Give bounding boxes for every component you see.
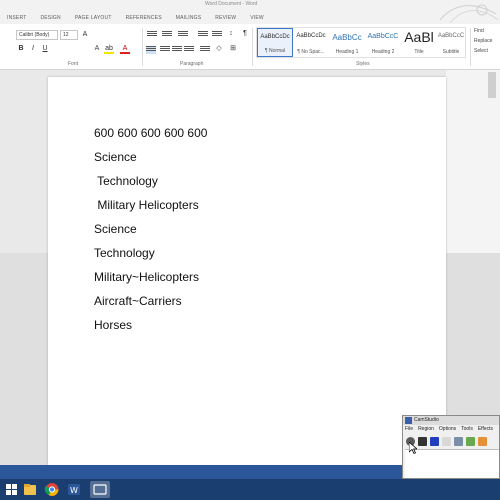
camstudio-title: CamStudio — [403, 416, 499, 425]
chrome-icon[interactable] — [42, 481, 62, 498]
bold-button[interactable]: B — [16, 44, 26, 54]
font-size-combo[interactable]: 12 — [60, 30, 78, 40]
underline-button[interactable]: U — [40, 44, 50, 54]
camstudio-app-icon — [405, 417, 412, 424]
menu-file[interactable]: File — [405, 426, 413, 432]
title-bar: Word Document - Word Insert Design Page … — [0, 0, 500, 24]
menu-region[interactable]: Region — [418, 426, 434, 432]
shading-icon[interactable]: ◇ — [214, 44, 224, 54]
style-preview: AaBl — [404, 29, 434, 45]
sort-icon[interactable]: ↕ — [226, 29, 236, 39]
find-button[interactable]: Find — [474, 28, 484, 34]
editing-group: Find Replace Select — [470, 26, 500, 60]
italic-button[interactable]: I — [28, 44, 38, 54]
region-icon[interactable] — [442, 437, 451, 446]
select-button[interactable]: Select — [474, 48, 488, 54]
multilevel-list-icon[interactable] — [178, 31, 188, 39]
line-spacing-icon[interactable] — [200, 46, 210, 54]
align-right-icon[interactable] — [172, 46, 182, 54]
pause-icon[interactable] — [418, 437, 427, 446]
explorer-icon[interactable] — [20, 481, 40, 498]
style-heading-2[interactable]: AaBbCcC Heading 2 — [365, 28, 401, 57]
group-label-font: Font — [68, 61, 79, 67]
title-decoration — [439, 4, 499, 24]
style-no-spacing[interactable]: AaBbCcDc ¶ No Spac... — [293, 28, 329, 57]
stop-icon[interactable] — [430, 437, 439, 446]
style-preview: AaBbCcC — [437, 33, 465, 39]
show-marks-icon[interactable]: ¶ — [240, 29, 250, 39]
camstudio-body — [405, 449, 499, 478]
style-name: Title — [414, 49, 424, 55]
font-color-icon[interactable]: A — [120, 44, 130, 54]
style-preview: AaBbCcDc — [296, 33, 326, 39]
group-label-styles: Styles — [356, 61, 370, 67]
tab-review[interactable]: Review — [208, 13, 243, 23]
doc-line[interactable]: Military~Helicopters — [94, 270, 199, 284]
style-subtitle[interactable]: AaBbCcC Subtitle — [433, 28, 469, 57]
increase-indent-icon[interactable] — [212, 31, 222, 39]
group-label-paragraph: Paragraph — [180, 61, 204, 67]
effects-icon[interactable] — [478, 437, 487, 446]
numbering-icon[interactable] — [162, 31, 172, 39]
style-heading-1[interactable]: AaBbCc Heading 1 — [329, 28, 365, 57]
style-preview: AaBbCcC — [367, 33, 399, 40]
tab-page-layout[interactable]: Page Layout — [68, 13, 119, 23]
camstudio-menu: File Region Options Tools Effects — [405, 426, 493, 432]
text-effects-icon[interactable]: A — [92, 44, 102, 54]
align-left-icon[interactable] — [146, 46, 156, 54]
group-separator — [142, 28, 143, 66]
doc-line[interactable]: Technology — [94, 246, 155, 260]
style-preview: AaBbCc — [332, 33, 362, 42]
style-name: ¶ Normal — [264, 48, 286, 54]
audio-icon[interactable] — [466, 437, 475, 446]
document-page[interactable]: 600 600 600 600 600 Science Technology M… — [48, 77, 446, 465]
settings-icon[interactable] — [454, 437, 463, 446]
decrease-indent-icon[interactable] — [198, 31, 208, 39]
menu-options[interactable]: Options — [439, 426, 456, 432]
camstudio-taskbar-icon[interactable] — [90, 481, 110, 498]
doc-line[interactable]: Military Helicopters — [94, 198, 198, 212]
tab-references[interactable]: References — [119, 13, 169, 23]
styles-gallery: AaBbCcDc ¶ Normal AaBbCcDc ¶ No Spac... … — [256, 27, 466, 58]
style-name: Subtitle — [442, 49, 460, 55]
tab-insert[interactable]: Insert — [0, 13, 33, 23]
ribbon: Calibri (Body) 12 A B I U A ab A Font ↕ … — [0, 24, 500, 70]
align-center-icon[interactable] — [160, 46, 170, 54]
start-button-icon[interactable] — [2, 481, 22, 498]
replace-button[interactable]: Replace — [474, 38, 492, 44]
borders-icon[interactable]: ⊞ — [228, 44, 238, 54]
doc-line[interactable]: Technology — [94, 174, 158, 188]
font-name-combo[interactable]: Calibri (Body) — [16, 30, 58, 40]
document-canvas: 600 600 600 600 600 Science Technology M… — [0, 70, 500, 465]
menu-tools[interactable]: Tools — [461, 426, 473, 432]
doc-line[interactable]: Aircraft~Carriers — [94, 294, 182, 308]
bullets-icon[interactable] — [147, 31, 157, 39]
doc-line[interactable]: Science — [94, 222, 137, 236]
doc-line[interactable]: 600 600 600 600 600 — [94, 126, 207, 140]
tab-mailings[interactable]: Mailings — [169, 13, 209, 23]
style-normal[interactable]: AaBbCcDc ¶ Normal — [257, 28, 293, 57]
style-name: ¶ No Spac... — [297, 49, 325, 55]
vertical-scrollbar[interactable] — [488, 72, 496, 98]
camstudio-toolbar — [406, 437, 487, 446]
doc-line[interactable]: Horses — [94, 318, 132, 332]
style-name: Heading 2 — [371, 49, 395, 55]
highlight-icon[interactable]: ab — [104, 44, 114, 54]
mouse-cursor-icon — [409, 442, 417, 454]
doc-line[interactable]: Science — [94, 150, 137, 164]
word-icon[interactable]: W — [64, 481, 84, 498]
style-preview: AaBbCcDc — [260, 34, 290, 40]
window-title: Word Document - Word — [205, 1, 258, 7]
justify-icon[interactable] — [184, 46, 194, 54]
svg-text:W: W — [70, 486, 78, 495]
taskbar: W — [0, 479, 500, 500]
tab-design[interactable]: Design — [33, 13, 67, 23]
ribbon-tabs: Insert Design Page Layout References Mai… — [0, 13, 271, 23]
style-title[interactable]: AaBl Title — [401, 28, 437, 57]
menu-effects[interactable]: Effects — [478, 426, 493, 432]
grow-font-icon[interactable]: A — [80, 30, 90, 40]
group-separator — [252, 28, 253, 66]
tab-view[interactable]: View — [243, 13, 271, 23]
style-name: Heading 1 — [335, 49, 359, 55]
